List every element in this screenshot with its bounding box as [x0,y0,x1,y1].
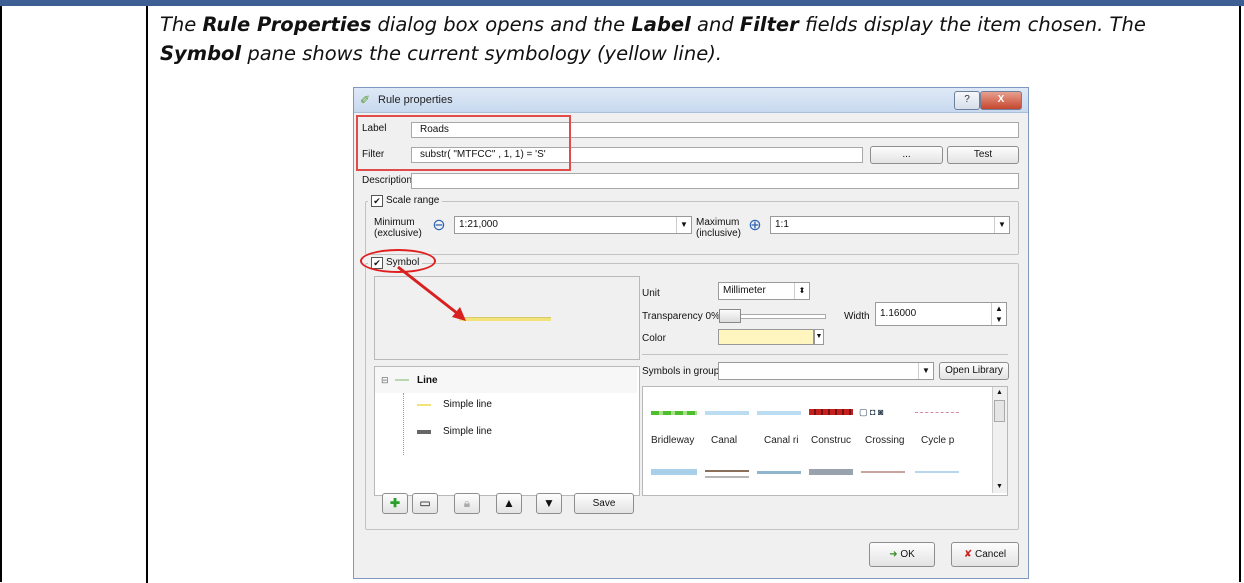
qgis-rule-icon: ✐ [360,93,371,107]
maximum-scale-combo[interactable]: 1:1 ▼ [770,216,1010,234]
minimum-label: Minimum (exclusive) [374,217,422,239]
chevron-down-icon: ▼ [918,363,933,379]
dialog-title: Rule properties [378,94,453,106]
minimum-scale-combo[interactable]: 1:21,000 ▼ [454,216,692,234]
library-swatch-row2-2[interactable] [705,470,749,478]
close-button[interactable]: X [980,91,1022,110]
scroll-thumb[interactable] [994,400,1005,422]
color-button[interactable] [718,329,814,345]
zoom-out-icon[interactable]: ⊖ [428,215,450,237]
move-down-icon[interactable]: ▼ [536,493,562,514]
remove-layer-icon[interactable]: ▭ [412,493,438,514]
scale-range-checkbox[interactable]: ✔ [371,195,383,207]
canal-swatch[interactable] [705,411,749,415]
library-name-canal-river: Canal ri [764,435,799,446]
line-symbol-icon [395,379,409,381]
transparency-slider[interactable] [718,309,826,323]
ok-icon: ➜ [889,549,898,560]
add-layer-icon[interactable]: ✚ [382,493,408,514]
yellow-line-icon [417,404,431,406]
scroll-up-icon[interactable]: ▲ [993,387,1006,399]
scroll-down-icon[interactable]: ▼ [993,481,1006,493]
dark-line-icon [417,430,431,434]
library-scrollbar[interactable]: ▲ ▼ [992,387,1007,493]
library-name-construction: Construc [811,435,852,446]
symbols-group-combo[interactable]: ▼ [718,362,934,380]
spin-arrows-icon[interactable]: ▲ ▼ [991,303,1006,325]
test-button[interactable]: Test [947,146,1019,164]
library-name-bridleway: Bridleway [651,435,695,446]
color-label: Color [642,333,666,344]
divider [642,354,1008,355]
chevron-down-icon[interactable]: ▼ [814,329,824,345]
construction-swatch[interactable] [809,409,853,415]
slider-handle[interactable] [719,309,741,323]
help-button[interactable]: ? [954,91,980,110]
tree-item-simple-line-dark[interactable]: Simple line [403,424,633,444]
symbols-in-group-label: Symbols in group [642,366,720,377]
scale-range-title[interactable]: ✔ Scale range [368,195,443,207]
description-field[interactable] [411,173,1019,189]
label-filter-highlight [356,115,571,171]
library-name-canal: Canal [711,435,738,446]
library-swatch-row2-5[interactable] [861,471,905,473]
maximum-label: Maximum (inclusive) [696,217,742,239]
updown-icon: ⬍ [794,283,809,299]
transparency-label: Transparency 0% [642,311,720,322]
open-library-button[interactable]: Open Library [939,362,1009,380]
red-arrow [397,265,466,321]
cycle-path-swatch[interactable] [915,412,959,415]
library-name-cycle-path: Cycle p [921,435,955,446]
collapse-icon[interactable]: ⊟ [381,375,389,386]
cancel-button[interactable]: ✘ Cancel [951,542,1019,567]
description-caption: Description [362,175,413,186]
library-swatch-row2-6[interactable] [915,471,959,473]
library-swatch-row2-1[interactable] [651,469,697,475]
ok-button[interactable]: ➜ OK [869,542,935,567]
tree-root-label: Line [417,375,438,386]
library-name-crossing: Crossing [865,435,905,446]
expression-builder-button[interactable]: ... [870,146,943,164]
zoom-in-icon[interactable]: ⊕ [744,215,766,237]
library-swatch-row2-3[interactable] [757,471,801,474]
bridleway-swatch[interactable] [651,411,697,415]
tree-item-label: Simple line [443,399,492,410]
unit-combo[interactable]: Millimeter ⬍ [718,282,810,300]
crossing-swatch[interactable]: ▢ ◘ ◙ [859,407,907,417]
lock-icon[interactable]: 🔒︎ [454,493,480,514]
width-label: Width [844,311,870,322]
library-swatch-row2-4[interactable] [809,469,853,475]
dialog-titlebar: ✐ Rule properties ? X [354,88,1028,113]
chevron-down-icon: ▼ [676,217,691,233]
width-spinbox[interactable]: 1.16000 ▲ ▼ [875,302,1007,326]
symbol-layer-tree: ⊟ Line Simple line Simple line [374,366,640,496]
cancel-icon: ✘ [963,549,973,560]
tree-root-row[interactable]: ⊟ Line [375,367,637,393]
save-button[interactable]: Save [574,493,634,514]
symbol-library-grid: ▢ ◘ ◙ Bridleway Canal Canal ri Construc … [642,386,1008,496]
unit-label: Unit [642,288,660,299]
tree-item-label: Simple line [443,426,492,437]
tree-item-simple-line-yellow[interactable]: Simple line [403,397,633,417]
move-up-icon[interactable]: ▲ [496,493,522,514]
canal-river-swatch[interactable] [757,411,801,415]
instruction-text: The Rule Properties dialog box opens and… [160,13,1146,65]
table-column-divider [146,6,148,583]
chevron-down-icon: ▼ [994,217,1009,233]
rule-properties-dialog: ✐ Rule properties ? X Label Roads Filter… [353,87,1029,579]
